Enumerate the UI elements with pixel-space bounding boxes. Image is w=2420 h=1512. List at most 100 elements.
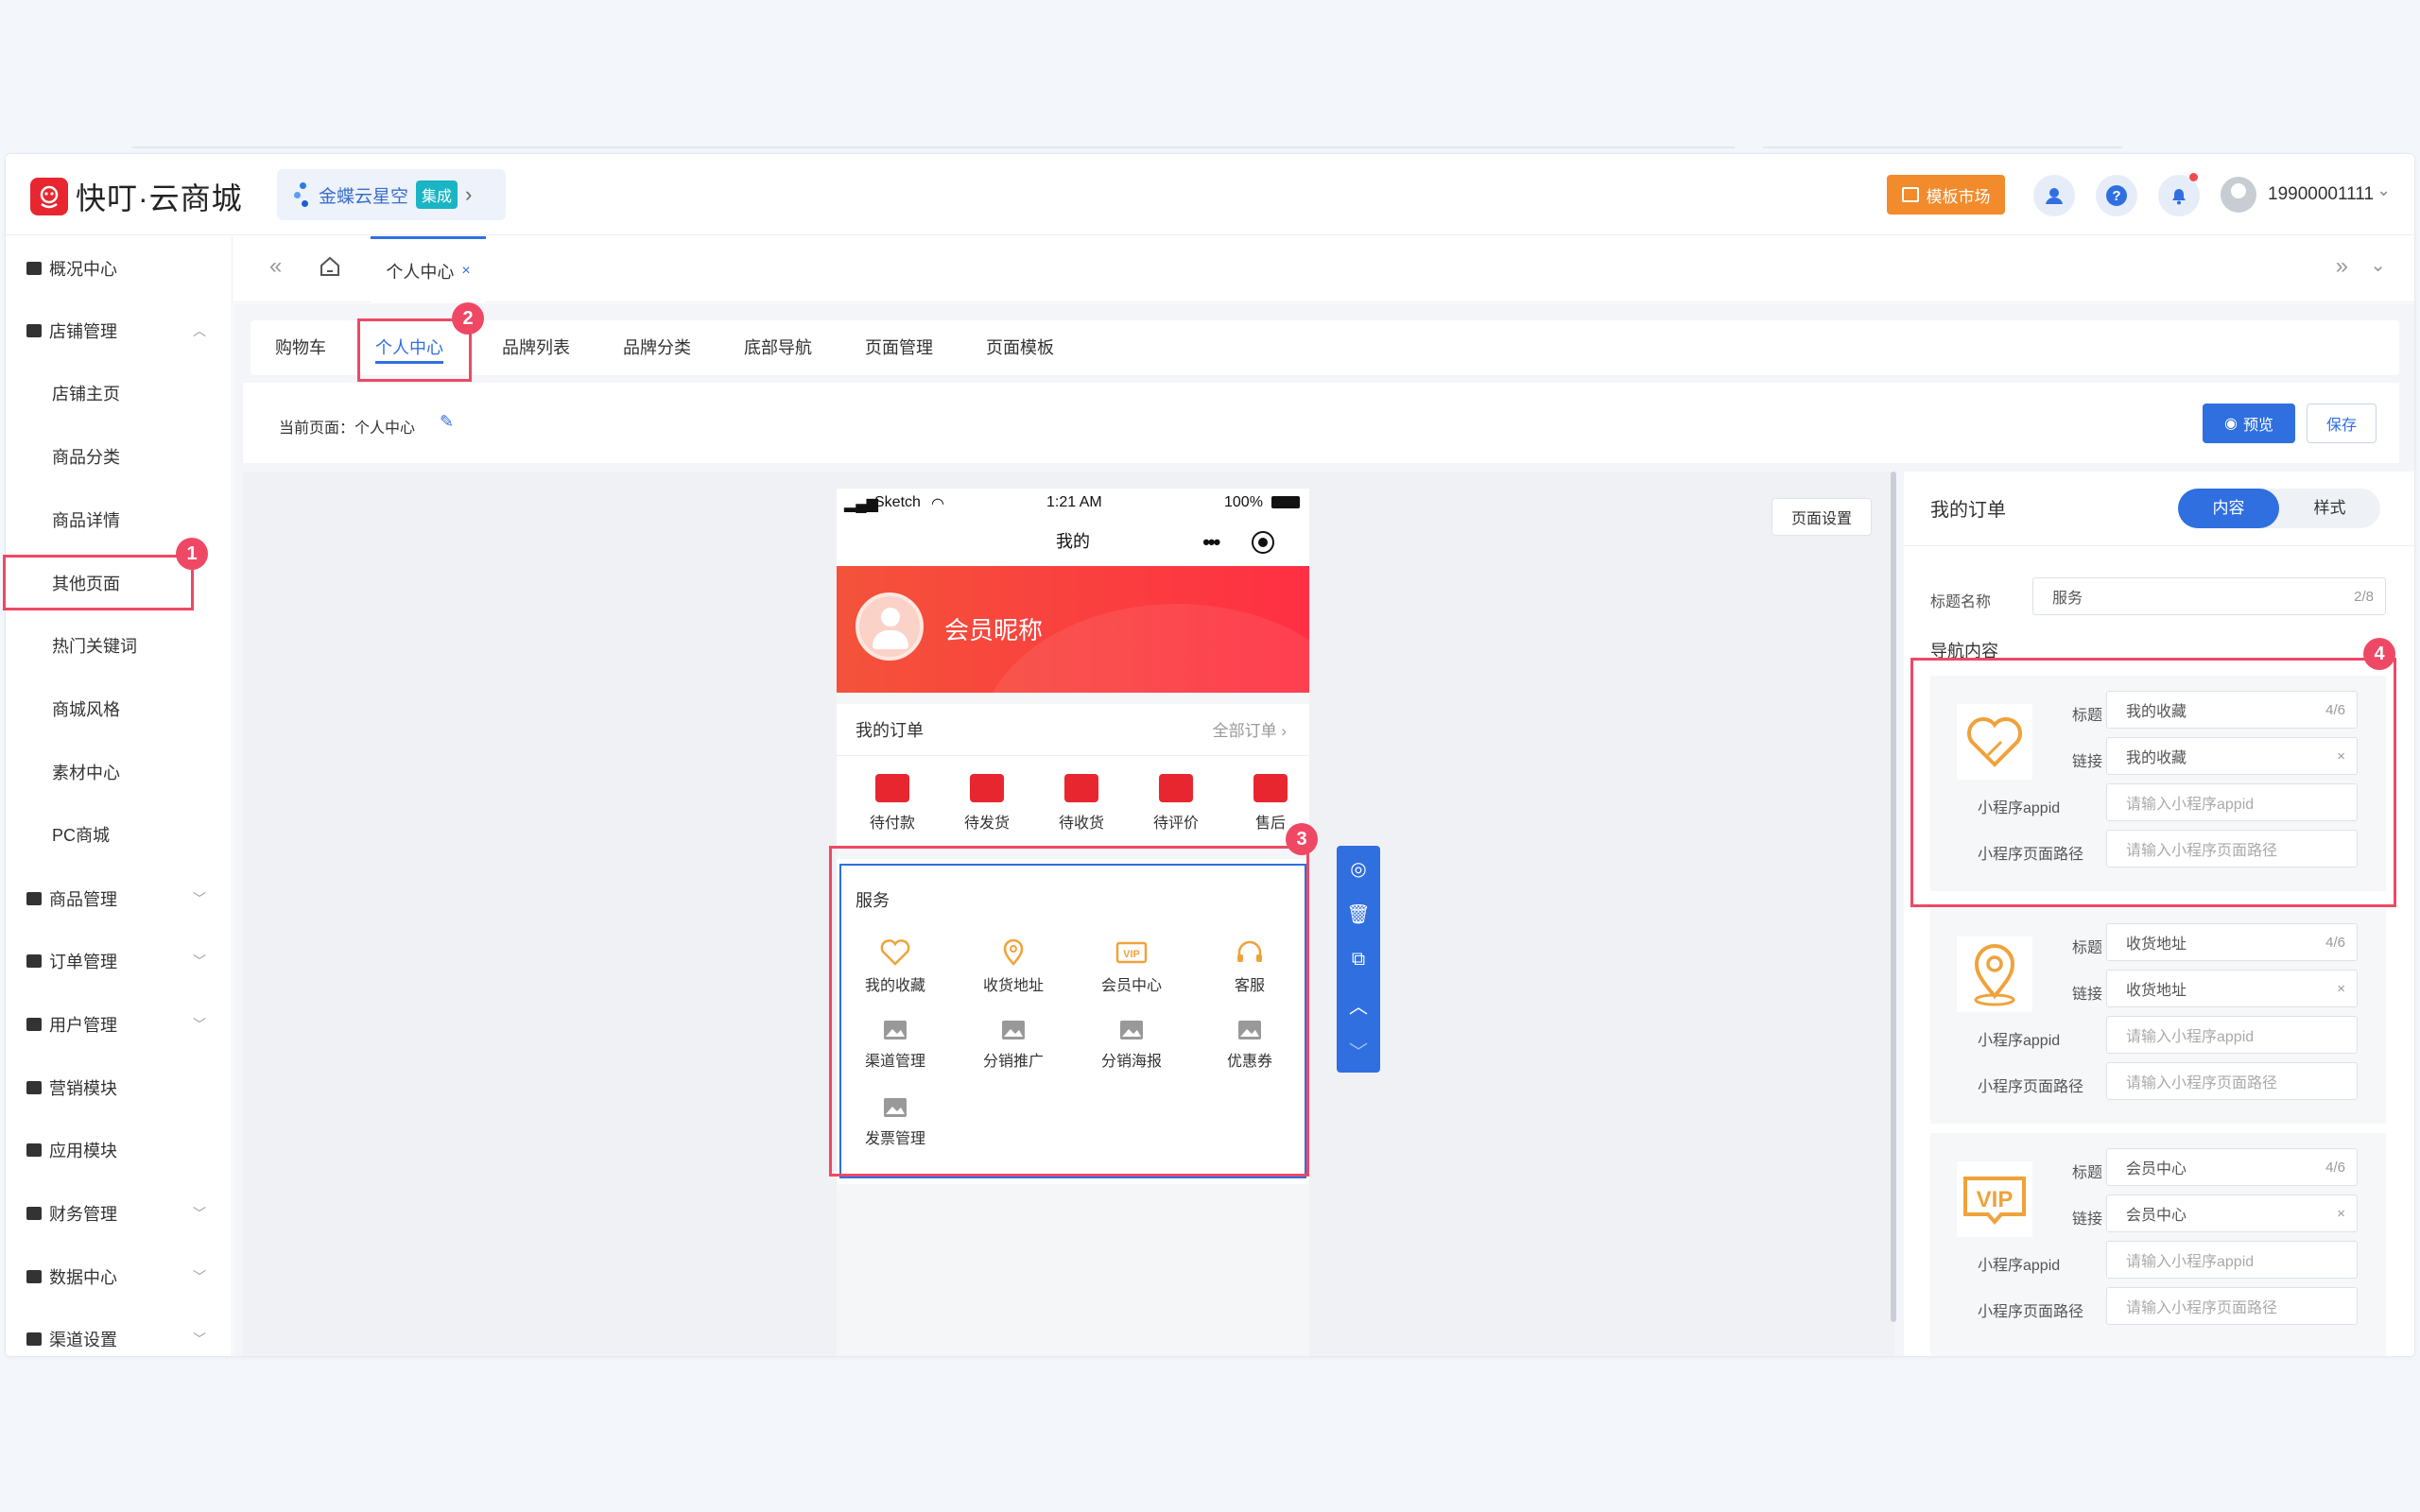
page-path-input[interactable]: 请输入小程序页面路径 <box>2106 1062 2358 1100</box>
kingdee-integration-chip[interactable]: 金蝶云星空 集成 › <box>277 169 506 220</box>
sidebar-item-products[interactable]: 商品管理 ﹀ <box>6 880 233 918</box>
double-chevron-right-icon[interactable]: » <box>2336 253 2348 280</box>
carrier-text: Sketch <box>874 494 921 510</box>
chevron-up-icon[interactable]: ︿ <box>1337 982 1380 1027</box>
template-market-button[interactable]: 模板市场 <box>1887 175 2005 215</box>
appid-placeholder: 请输入小程序appid <box>2126 1029 2255 1045</box>
appid-input[interactable]: 请输入小程序appid <box>2106 783 2358 821</box>
logo[interactable]: 快叮·云商城 <box>30 175 243 218</box>
order-pending-payment[interactable]: 待付款 <box>850 765 935 833</box>
sidebar-item-label: 店铺主页 <box>52 385 120 404</box>
nav-item-thumbnail[interactable]: VIP <box>1957 1161 2032 1237</box>
help-button[interactable]: ? <box>2096 175 2137 216</box>
svg-text:VIP: VIP <box>1977 1187 2014 1212</box>
sidebar-item-channels[interactable]: 渠道设置 ﹀ <box>6 1320 233 1356</box>
subnav-brand-category[interactable]: 品牌分类 <box>623 320 691 375</box>
subnav-brand-list[interactable]: 品牌列表 <box>502 320 570 375</box>
mini-program-capsule[interactable]: ••• <box>1186 526 1290 558</box>
sidebar-item-label: 概况中心 <box>49 260 117 279</box>
appid-label: 小程序appid <box>1978 1033 2061 1049</box>
notifications-button[interactable] <box>2158 173 2200 216</box>
sidebar-item-data[interactable]: 数据中心 ﹀ <box>6 1258 233 1296</box>
appid-input[interactable]: 请输入小程序appid <box>2106 1241 2358 1279</box>
sidebar-item-marketing[interactable]: 营销模块 <box>6 1069 233 1107</box>
panel-title: 我的订单 <box>1930 500 2006 521</box>
sidebar-item-label: 店铺管理 <box>49 322 117 341</box>
sidebar-item-hot-keywords[interactable]: 热门关键词 <box>6 627 233 664</box>
page-path-placeholder: 请输入小程序页面路径 <box>2126 843 2278 859</box>
tab-style[interactable]: 样式 <box>2279 489 2380 528</box>
nav-item-thumbnail[interactable] <box>1957 936 2032 1012</box>
customer-service-button[interactable] <box>2033 175 2075 216</box>
sidebar-item-mall-style[interactable]: 商城风格 <box>6 690 233 728</box>
wallet-icon <box>26 1207 42 1220</box>
chevron-down-icon[interactable]: ⌄ <box>2370 253 2386 277</box>
preview-button[interactable]: ◉ 预览 <box>2203 404 2295 443</box>
sidebar-item-store[interactable]: 店铺管理 ︿ <box>6 312 233 350</box>
nav-link-value: 收货地址 <box>2126 983 2187 999</box>
nav-link-input[interactable]: 我的收藏 × <box>2106 737 2358 775</box>
page-path-input[interactable]: 请输入小程序页面路径 <box>2106 830 2358 868</box>
sidebar-item-other-pages[interactable]: 其他页面 <box>6 564 233 602</box>
chevron-down-icon[interactable]: ⌄ <box>2377 180 2391 200</box>
orders-section[interactable]: 我的订单 全部订单 › 待付款 待发货 待收货 待评价 售后 <box>837 704 1309 848</box>
subnav-bottom-nav[interactable]: 底部导航 <box>744 320 812 375</box>
sidebar: 概况中心 店铺管理 ︿ 店铺主页 商品分类 商品详情 其他页面 热门关键词 商城风… <box>6 236 233 1356</box>
subnav-cart[interactable]: 购物车 <box>275 320 326 375</box>
canvas-scrollbar[interactable] <box>1891 472 1896 1322</box>
close-icon[interactable]: × <box>461 263 470 280</box>
nav-link-input[interactable]: 收货地址 × <box>2106 970 2358 1007</box>
sidebar-item-materials[interactable]: 素材中心 <box>6 753 233 791</box>
subnav-page-management[interactable]: 页面管理 <box>865 320 933 375</box>
sidebar-item-orders[interactable]: 订单管理 ﹀ <box>6 942 233 980</box>
sidebar-item-users[interactable]: 用户管理 ﹀ <box>6 1005 233 1043</box>
clear-icon[interactable]: × <box>2337 748 2345 765</box>
all-orders-link[interactable]: 全部订单 › <box>1213 717 1287 741</box>
nav-title-input[interactable]: 收货地址 4/6 <box>2106 923 2358 961</box>
page-path-input[interactable]: 请输入小程序页面路径 <box>2106 1287 2358 1325</box>
nav-link-value: 我的收藏 <box>2126 750 2187 766</box>
all-orders-label: 全部订单 <box>1212 722 1277 740</box>
nav-title-input[interactable]: 会员中心 4/6 <box>2106 1148 2358 1186</box>
nav-item-card: VIP 标题 会员中心 4/6 链接 会员中心 × 小程序appid 请输入小程序a… <box>1930 1133 2386 1356</box>
save-button[interactable]: 保存 <box>2307 404 2377 443</box>
tab-personal-center[interactable]: 个人中心 × <box>371 236 486 302</box>
order-pending-review[interactable]: 待评价 <box>1133 765 1219 833</box>
avatar-icon[interactable] <box>2221 177 2256 213</box>
sidebar-item-overview[interactable]: 概况中心 <box>6 249 233 287</box>
chevron-down-icon[interactable]: ﹀ <box>1337 1027 1380 1073</box>
nav-item-thumbnail[interactable] <box>1957 704 2032 780</box>
location-icon <box>1974 944 2015 1006</box>
order-pending-shipment[interactable]: 待发货 <box>944 765 1029 833</box>
sidebar-item-label: 用户管理 <box>49 1016 117 1035</box>
clear-icon[interactable]: × <box>2337 981 2345 997</box>
sidebar-item-label: 其他页面 <box>52 575 120 593</box>
hide-icon[interactable]: ◎ <box>1337 846 1380 891</box>
sidebar-item-apps[interactable]: 应用模块 <box>6 1131 233 1169</box>
clear-icon[interactable]: × <box>2337 1206 2345 1222</box>
edit-icon[interactable]: ✎ <box>440 412 454 432</box>
copy-icon[interactable]: ⧉ <box>1337 936 1380 982</box>
home-icon[interactable] <box>319 255 341 278</box>
order-pending-receipt[interactable]: 待收货 <box>1039 765 1124 833</box>
sidebar-item-pc-mall[interactable]: PC商城 <box>6 816 233 853</box>
sidebar-item-store-home[interactable]: 店铺主页 <box>6 374 233 412</box>
char-count: 4/6 <box>2325 934 2345 951</box>
collapse-left-icon[interactable]: « <box>269 253 282 280</box>
subnav-page-templates[interactable]: 页面模板 <box>986 320 1054 375</box>
tab-content[interactable]: 内容 <box>2178 489 2279 528</box>
subnav-personal-center[interactable]: 个人中心 <box>375 320 443 375</box>
sidebar-item-product-detail[interactable]: 商品详情 <box>6 501 233 539</box>
nav-link-input[interactable]: 会员中心 × <box>2106 1194 2358 1232</box>
title-name-input[interactable]: 服务 2/8 <box>2032 577 2386 615</box>
tab-label: 个人中心 <box>386 262 455 282</box>
bell-icon <box>2172 189 2186 205</box>
member-banner[interactable]: 会员昵称 <box>837 566 1309 693</box>
nav-title-input[interactable]: 我的收藏 4/6 <box>2106 691 2358 729</box>
sidebar-item-category[interactable]: 商品分类 <box>6 438 233 475</box>
appid-input[interactable]: 请输入小程序appid <box>2106 1016 2358 1054</box>
trash-icon[interactable]: 🗑 <box>1337 891 1380 936</box>
username[interactable]: 19900001111 <box>2268 184 2374 205</box>
sidebar-item-finance[interactable]: 财务管理 ﹀ <box>6 1194 233 1232</box>
page-settings-button[interactable]: 页面设置 <box>1772 498 1872 536</box>
